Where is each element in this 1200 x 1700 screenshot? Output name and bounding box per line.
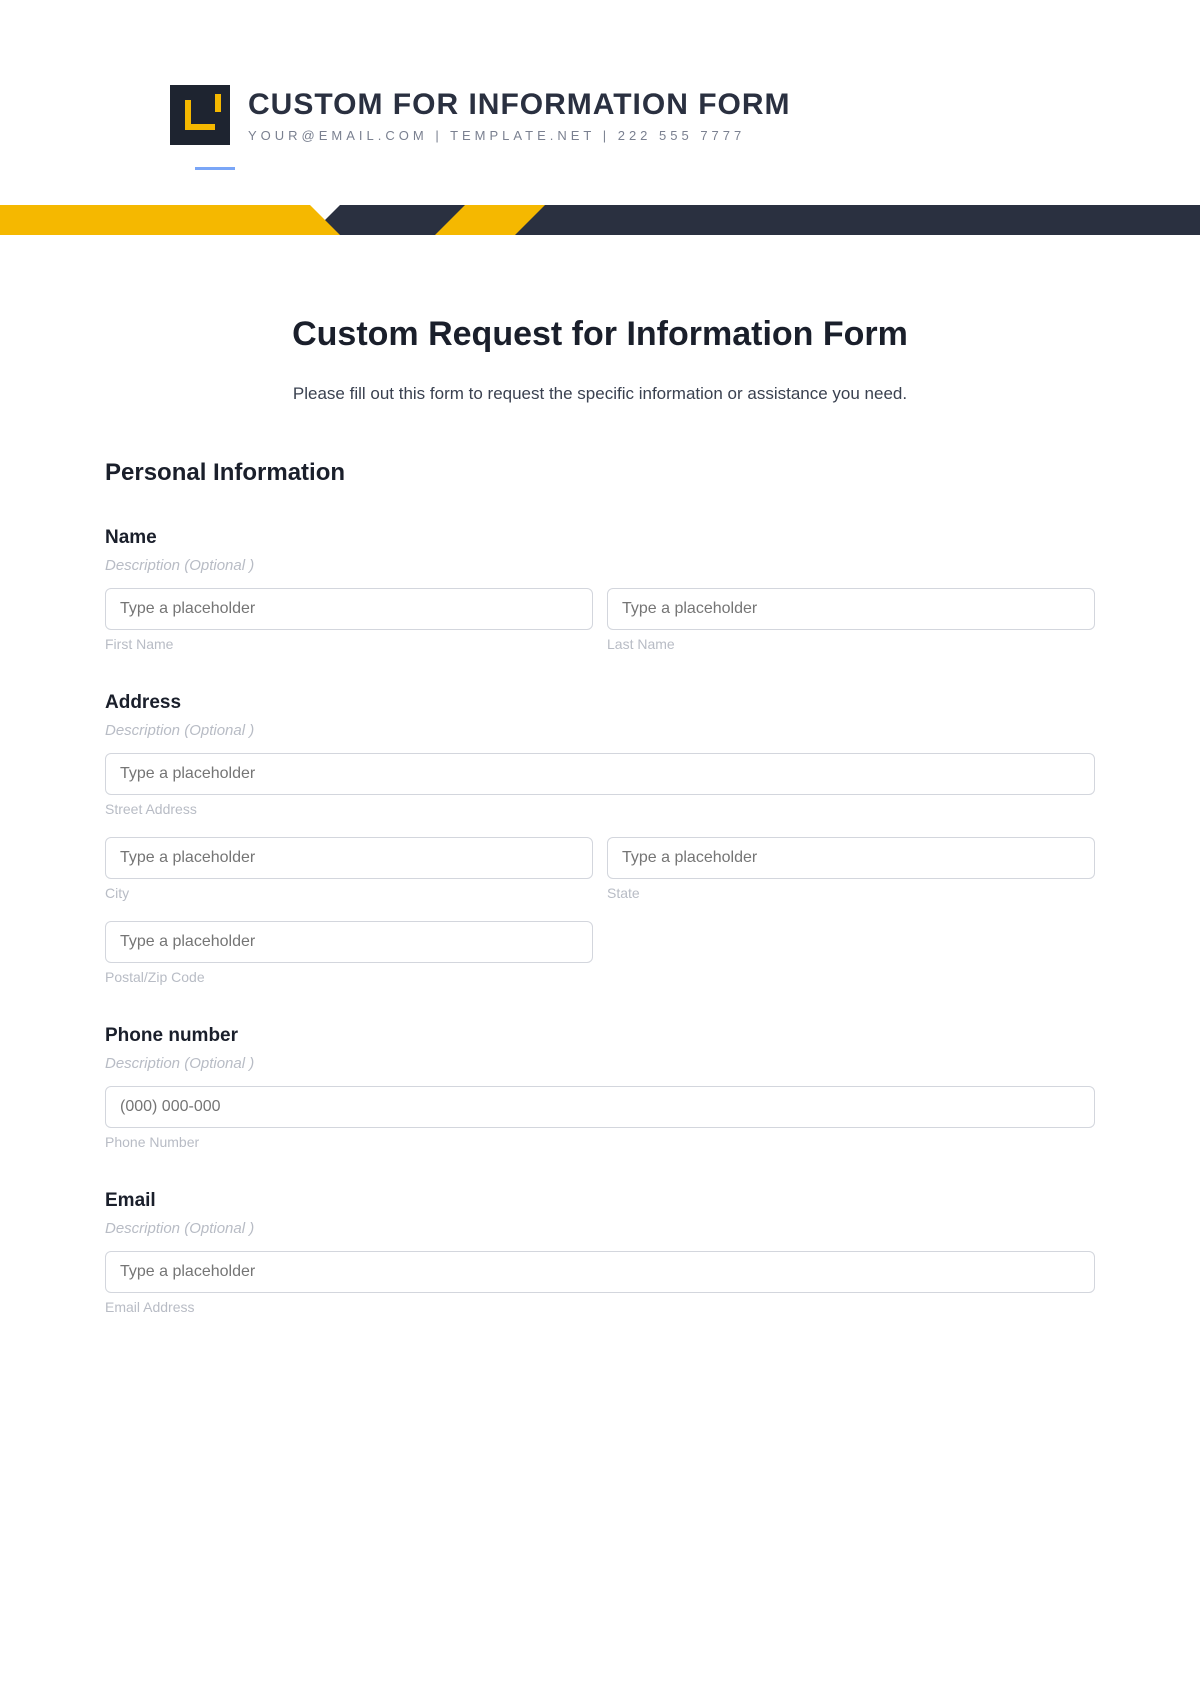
last-name-sublabel: Last Name bbox=[607, 636, 1095, 652]
logo-icon bbox=[170, 85, 230, 145]
first-name-sublabel: First Name bbox=[105, 636, 593, 652]
header-subtitle: YOUR@EMAIL.COM | TEMPLATE.NET | 222 555 … bbox=[248, 128, 791, 143]
state-sublabel: State bbox=[607, 885, 1095, 901]
header-title: CUSTOM FOR INFORMATION FORM bbox=[248, 88, 791, 122]
decorative-stripe bbox=[0, 205, 1200, 235]
first-name-input[interactable] bbox=[105, 588, 593, 630]
phone-label: Phone number bbox=[105, 1025, 1095, 1047]
email-input[interactable] bbox=[105, 1251, 1095, 1293]
page-description: Please fill out this form to request the… bbox=[105, 384, 1095, 404]
street-address-input[interactable] bbox=[105, 753, 1095, 795]
header-underline bbox=[195, 167, 235, 170]
city-input[interactable] bbox=[105, 837, 593, 879]
state-input[interactable] bbox=[607, 837, 1095, 879]
address-label: Address bbox=[105, 692, 1095, 714]
field-group-phone: Phone number Description (Optional ) Pho… bbox=[105, 1025, 1095, 1150]
document-header: CUSTOM FOR INFORMATION FORM YOUR@EMAIL.C… bbox=[0, 0, 1200, 165]
last-name-input[interactable] bbox=[607, 588, 1095, 630]
phone-sublabel: Phone Number bbox=[105, 1134, 1095, 1150]
zip-input[interactable] bbox=[105, 921, 593, 963]
address-description: Description (Optional ) bbox=[105, 722, 1095, 739]
email-label: Email bbox=[105, 1190, 1095, 1212]
phone-description: Description (Optional ) bbox=[105, 1055, 1095, 1072]
phone-input[interactable] bbox=[105, 1086, 1095, 1128]
form-content: Custom Request for Information Form Plea… bbox=[0, 235, 1200, 1315]
email-sublabel: Email Address bbox=[105, 1299, 1095, 1315]
street-address-sublabel: Street Address bbox=[105, 801, 1095, 817]
name-label: Name bbox=[105, 527, 1095, 549]
name-description: Description (Optional ) bbox=[105, 557, 1095, 574]
zip-sublabel: Postal/Zip Code bbox=[105, 969, 593, 985]
field-group-email: Email Description (Optional ) Email Addr… bbox=[105, 1190, 1095, 1315]
page-title: Custom Request for Information Form bbox=[105, 315, 1095, 354]
email-description: Description (Optional ) bbox=[105, 1220, 1095, 1237]
field-group-name: Name Description (Optional ) First Name … bbox=[105, 527, 1095, 652]
city-sublabel: City bbox=[105, 885, 593, 901]
section-personal-information: Personal Information bbox=[105, 459, 1095, 487]
field-group-address: Address Description (Optional ) Street A… bbox=[105, 692, 1095, 985]
